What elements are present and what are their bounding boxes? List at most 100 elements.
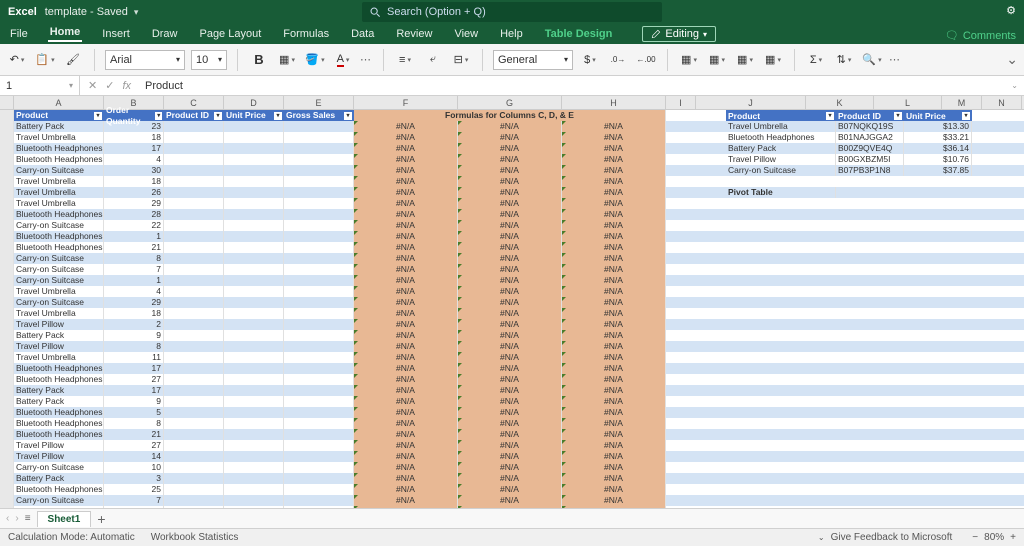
column-header[interactable]: N	[982, 96, 1022, 109]
formula-input[interactable]: Product	[139, 80, 1005, 92]
table-row[interactable]: Carry-on Suitcase1#N/A#N/A#N/A	[0, 275, 1024, 286]
table-row[interactable]: Travel Umbrella18#N/A#N/A#N/A	[0, 308, 1024, 319]
lookup-row[interactable]: Bluetooth HeadphonesB01NAJGGA2$33.21	[726, 132, 1016, 143]
expand-formula-bar-icon[interactable]: ⌄	[1005, 81, 1024, 90]
table-header[interactable]: Product ID▾	[164, 110, 224, 121]
table-row[interactable]: Battery Pack17#N/A#N/A#N/A	[0, 385, 1024, 396]
all-sheets-icon[interactable]: ≡	[25, 513, 31, 524]
name-box[interactable]: 1▾	[0, 76, 80, 96]
table-row[interactable]: Bluetooth Headphones5#N/A#N/A#N/A	[0, 407, 1024, 418]
merge-button[interactable]: ⊟	[450, 49, 472, 71]
table-row[interactable]: Battery Pack9#N/A#N/A#N/A	[0, 330, 1024, 341]
spreadsheet-grid[interactable]: ABCDEFGHIJKLMN Product▾Order Quantity▾Pr…	[0, 96, 1024, 536]
tab-view[interactable]: View	[452, 26, 480, 42]
calc-mode-label[interactable]: Calculation Mode: Automatic	[8, 532, 135, 543]
more-font-button[interactable]: ⋯	[360, 53, 373, 66]
cell-styles-button[interactable]: ▦	[734, 49, 756, 71]
zoom-in-button[interactable]: +	[1010, 532, 1016, 543]
table-header[interactable]: Product▾	[14, 110, 104, 121]
table-row[interactable]: Carry-on Suitcase8#N/A#N/A#N/A	[0, 253, 1024, 264]
table-header[interactable]: Unit Price▾	[224, 110, 284, 121]
zoom-out-button[interactable]: −	[972, 532, 978, 543]
wrap-text-button[interactable]: ⤶	[422, 49, 444, 71]
fill-color-button[interactable]: 🪣	[304, 49, 326, 71]
find-button[interactable]: 🔍	[861, 49, 883, 71]
table-row[interactable]: Travel Umbrella4#N/A#N/A#N/A	[0, 286, 1024, 297]
tab-data[interactable]: Data	[349, 26, 376, 42]
tab-insert[interactable]: Insert	[100, 26, 132, 42]
increase-decimal-button[interactable]: ←.00	[635, 49, 657, 71]
insert-cells-button[interactable]: ▦	[762, 49, 784, 71]
table-row[interactable]: Travel Pillow27#N/A#N/A#N/A	[0, 440, 1024, 451]
autosum-button[interactable]: Σ	[805, 49, 827, 71]
table-row[interactable]: Bluetooth Headphones27#N/A#N/A#N/A	[0, 374, 1024, 385]
table-row[interactable]: Travel Pillow8#N/A#N/A#N/A	[0, 341, 1024, 352]
cancel-formula-icon[interactable]: ✕	[88, 79, 97, 92]
tab-draw[interactable]: Draw	[150, 26, 180, 42]
table-header[interactable]: Gross Sales▾	[284, 110, 354, 121]
tab-review[interactable]: Review	[394, 26, 434, 42]
lookup-row[interactable]: Travel PillowB00GXBZM5I$10.76	[726, 154, 1016, 165]
column-header[interactable]: J	[696, 96, 806, 109]
column-header[interactable]: G	[458, 96, 562, 109]
table-row[interactable]: Carry-on Suitcase22#N/A#N/A#N/A	[0, 220, 1024, 231]
zoom-level[interactable]: 80%	[984, 532, 1004, 543]
table-row[interactable]: Travel Umbrella11#N/A#N/A#N/A	[0, 352, 1024, 363]
table-header[interactable]: Order Quantity▾	[104, 110, 164, 121]
number-format-select[interactable]: General▾	[493, 50, 573, 70]
column-header[interactable]: F	[354, 96, 458, 109]
column-header[interactable]: H	[562, 96, 666, 109]
prev-sheet-icon[interactable]: ‹	[6, 513, 9, 524]
format-painter-button[interactable]: 🖌	[62, 49, 84, 71]
add-sheet-button[interactable]: +	[97, 511, 105, 527]
column-header[interactable]	[0, 96, 14, 109]
column-header[interactable]: C	[164, 96, 224, 109]
bold-button[interactable]: B	[248, 49, 270, 71]
borders-button[interactable]: ▦	[276, 49, 298, 71]
lookup-header-productid[interactable]: Product ID▾	[836, 110, 904, 121]
table-row[interactable]: Battery Pack9#N/A#N/A#N/A	[0, 396, 1024, 407]
table-row[interactable]: Bluetooth Headphones21#N/A#N/A#N/A	[0, 429, 1024, 440]
chevron-down-icon[interactable]: ▾	[134, 7, 139, 18]
font-color-button[interactable]: A	[332, 49, 354, 71]
lookup-row[interactable]: Battery PackB00Z9QVE4Q$36.14	[726, 143, 1016, 154]
table-row[interactable]: Travel Pillow14#N/A#N/A#N/A	[0, 451, 1024, 462]
table-row[interactable]: Carry-on Suitcase7#N/A#N/A#N/A	[0, 495, 1024, 506]
table-row[interactable]: Carry-on Suitcase7#N/A#N/A#N/A	[0, 264, 1024, 275]
paste-button[interactable]: 📋	[34, 49, 56, 71]
search-box[interactable]: Search (Option + Q)	[362, 2, 662, 22]
accept-formula-icon[interactable]: ✓	[105, 79, 114, 92]
column-header[interactable]: I	[666, 96, 696, 109]
lookup-header-price[interactable]: Unit Price▾	[904, 110, 972, 121]
column-header[interactable]: D	[224, 96, 284, 109]
tab-file[interactable]: File	[8, 26, 30, 42]
tab-page-layout[interactable]: Page Layout	[197, 26, 263, 42]
table-row[interactable]: Carry-on Suitcase29#N/A#N/A#N/A	[0, 297, 1024, 308]
tab-help[interactable]: Help	[498, 26, 525, 42]
table-row[interactable]: Bluetooth Headphones25#N/A#N/A#N/A	[0, 484, 1024, 495]
workbook-stats-label[interactable]: Workbook Statistics	[151, 532, 239, 543]
editing-mode-button[interactable]: Editing ▾	[642, 26, 716, 42]
tab-table-design[interactable]: Table Design	[543, 26, 615, 42]
undo-button[interactable]: ↶	[6, 49, 28, 71]
gear-icon[interactable]: ⚙	[1006, 4, 1016, 17]
table-row[interactable]: Carry-on Suitcase10#N/A#N/A#N/A	[0, 462, 1024, 473]
next-sheet-icon[interactable]: ›	[15, 513, 18, 524]
align-button[interactable]: ≡	[394, 49, 416, 71]
sheet-tab-sheet1[interactable]: Sheet1	[37, 511, 92, 527]
table-row[interactable]: Bluetooth Headphones1#N/A#N/A#N/A	[0, 231, 1024, 242]
table-row[interactable]: Travel Pillow2#N/A#N/A#N/A	[0, 319, 1024, 330]
table-row[interactable]: Bluetooth Headphones8#N/A#N/A#N/A	[0, 418, 1024, 429]
column-header[interactable]: E	[284, 96, 354, 109]
table-row[interactable]: Bluetooth Headphones21#N/A#N/A#N/A	[0, 242, 1024, 253]
format-table-button[interactable]: ▦	[706, 49, 728, 71]
tab-formulas[interactable]: Formulas	[281, 26, 331, 42]
fx-icon[interactable]: fx	[122, 80, 131, 92]
chevron-down-icon[interactable]: ⌄	[818, 533, 825, 542]
decrease-decimal-button[interactable]: .0→	[607, 49, 629, 71]
sort-filter-button[interactable]: ⇅	[833, 49, 855, 71]
column-header[interactable]: A	[14, 96, 104, 109]
column-header[interactable]: K	[806, 96, 874, 109]
conditional-format-button[interactable]: ▦	[678, 49, 700, 71]
tab-home[interactable]: Home	[48, 24, 83, 42]
